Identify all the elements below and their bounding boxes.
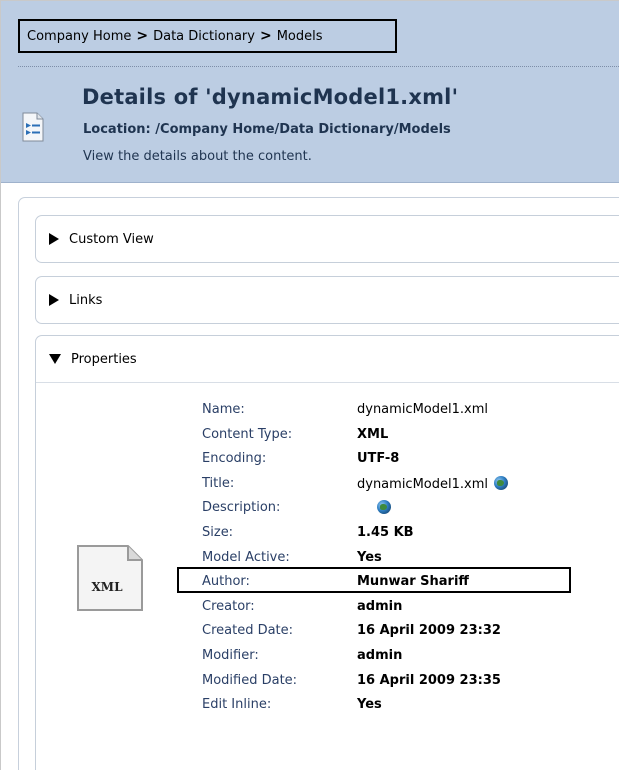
property-label-created-date: Created Date:: [202, 623, 294, 638]
collapse-arrow-icon: [49, 354, 61, 364]
breadcrumb-separator: >: [259, 28, 272, 44]
property-value-text: 1.45 KB: [357, 525, 414, 540]
breadcrumb: Company Home > Data Dictionary > Models: [18, 19, 397, 53]
property-value-title: dynamicModel1.xml: [357, 476, 508, 492]
property-value-text: Yes: [357, 550, 382, 565]
multilingual-globe-icon[interactable]: [377, 500, 391, 514]
details-window: Company Home > Data Dictionary > Models …: [0, 0, 619, 770]
property-value-size: 1.45 KB: [357, 525, 414, 540]
property-value-model-active: Yes: [357, 550, 382, 565]
properties-panel-divider: [36, 382, 619, 383]
property-value-edit-inline: Yes: [357, 697, 382, 712]
property-label-creator: Creator:: [202, 599, 255, 614]
property-value-description: [357, 500, 391, 516]
links-panel-title: Links: [69, 292, 103, 308]
property-value-modified-date: 16 April 2009 23:35: [357, 673, 501, 688]
multilingual-globe-icon[interactable]: [493, 476, 508, 490]
property-label-model-active: Model Active:: [202, 550, 290, 565]
property-label-size: Size:: [202, 525, 234, 540]
property-value-content-type: XML: [357, 427, 388, 442]
property-value-text: admin: [357, 599, 403, 614]
property-value-modifier: admin: [357, 648, 402, 663]
property-label-name: Name:: [202, 402, 245, 417]
property-label-modified-date: Modified Date:: [202, 673, 298, 688]
custom-view-panel-title: Custom View: [69, 231, 154, 247]
custom-view-panel: Custom View: [35, 215, 619, 263]
property-value-encoding: UTF-8: [357, 451, 399, 466]
breadcrumb-item-company-home[interactable]: Company Home: [27, 29, 131, 44]
property-value-text: XML: [357, 427, 389, 442]
links-panel: Links: [35, 276, 619, 324]
breadcrumb-separator: >: [136, 28, 149, 44]
property-label-modifier: Modifier:: [202, 648, 259, 663]
page-subtitle: View the details about the content.: [83, 149, 312, 164]
custom-view-panel-header[interactable]: Custom View: [36, 216, 619, 262]
property-value-text: Yes: [357, 697, 382, 712]
properties-panel-header[interactable]: Properties: [36, 336, 619, 382]
page-title: Details of 'dynamicModel1.xml': [82, 85, 459, 109]
document-details-icon: [22, 112, 44, 142]
property-value-text: dynamicModel1.xml: [357, 477, 488, 492]
property-value-created-date: 16 April 2009 23:32: [357, 623, 501, 638]
expand-arrow-icon: [49, 233, 59, 245]
property-label-content-type: Content Type:: [202, 427, 293, 442]
properties-panel-title: Properties: [71, 351, 137, 367]
property-value-text: dynamicModel1.xml: [357, 402, 488, 417]
expand-arrow-icon: [49, 294, 59, 306]
property-value-creator: admin: [357, 599, 402, 614]
header-divider: [18, 66, 619, 67]
location-path: Location: /Company Home/Data Dictionary/…: [83, 122, 451, 137]
page-header: Company Home > Data Dictionary > Models …: [1, 1, 619, 183]
model-active-highlight: [177, 567, 571, 593]
links-panel-header[interactable]: Links: [36, 277, 619, 323]
breadcrumb-item-models[interactable]: Models: [277, 29, 323, 44]
property-label-edit-inline: Edit Inline:: [202, 697, 272, 712]
breadcrumb-item-data-dictionary[interactable]: Data Dictionary: [153, 29, 255, 44]
xml-file-icon-label: XML: [91, 580, 123, 594]
property-value-text: 16 April 2009 23:35: [357, 673, 501, 688]
property-label-encoding: Encoding:: [202, 451, 267, 466]
property-value-name: dynamicModel1.xml: [357, 402, 488, 417]
property-value-text: 16 April 2009 23:32: [357, 623, 501, 638]
property-value-text: admin: [357, 648, 403, 663]
xml-file-icon[interactable]: XML: [72, 544, 152, 615]
property-label-title: Title:: [202, 476, 235, 491]
property-label-description: Description:: [202, 500, 281, 515]
property-value-text: UTF-8: [357, 451, 400, 466]
